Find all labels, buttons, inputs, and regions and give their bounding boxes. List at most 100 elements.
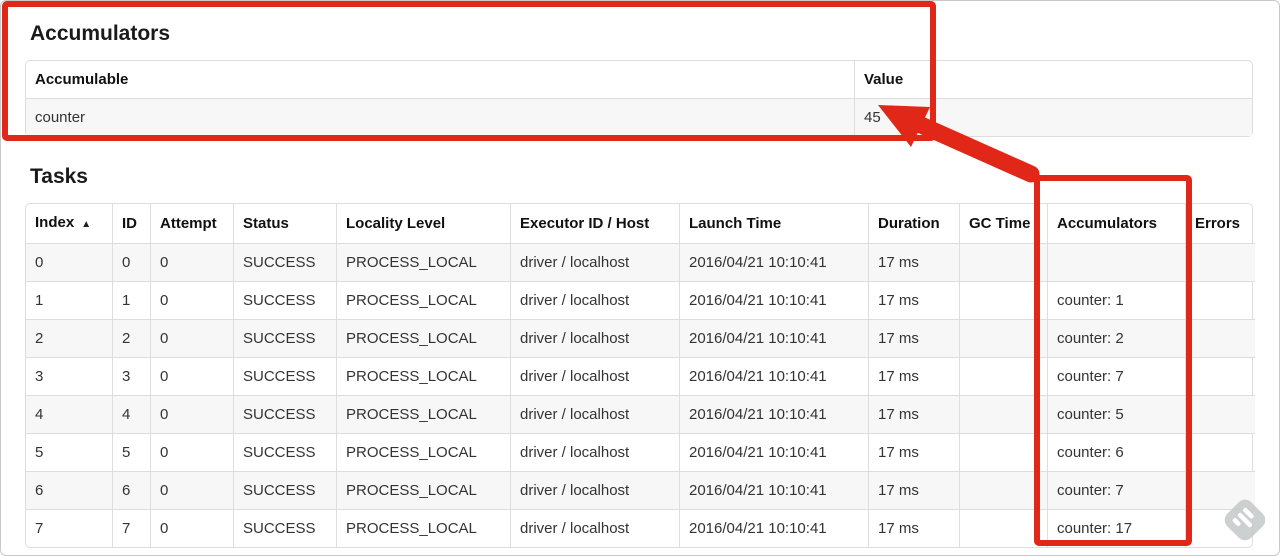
cell-errors [1185, 395, 1255, 433]
cell-locality: PROCESS_LOCAL [336, 357, 510, 395]
table-header-row: Accumulable Value [26, 61, 1252, 98]
col-header-locality-level[interactable]: Locality Level [336, 204, 510, 243]
cell-id: 3 [112, 357, 150, 395]
accumulator-row: counter 45 [26, 98, 1252, 136]
cell-status: SUCCESS [233, 357, 336, 395]
col-header-executor-id-host[interactable]: Executor ID / Host [510, 204, 679, 243]
col-header-status[interactable]: Status [233, 204, 336, 243]
cell-status: SUCCESS [233, 509, 336, 547]
cell-locality: PROCESS_LOCAL [336, 509, 510, 547]
cell-index: 3 [26, 357, 112, 395]
cell-duration: 17 ms [868, 281, 959, 319]
cell-duration: 17 ms [868, 471, 959, 509]
cell-errors [1185, 357, 1255, 395]
cell-duration: 17 ms [868, 357, 959, 395]
cell-gc-time [959, 509, 1047, 547]
col-header-launch-time[interactable]: Launch Time [679, 204, 868, 243]
cell-index: 4 [26, 395, 112, 433]
cell-attempt: 0 [150, 471, 233, 509]
cell-duration: 17 ms [868, 243, 959, 281]
accumulators-table: Accumulable Value counter 45 [25, 60, 1253, 137]
cell-errors [1185, 243, 1255, 281]
cell-accumulators: counter: 7 [1047, 357, 1185, 395]
cell-status: SUCCESS [233, 395, 336, 433]
col-header-id[interactable]: ID [112, 204, 150, 243]
cell-errors [1185, 433, 1255, 471]
cell-id: 1 [112, 281, 150, 319]
task-row: 5 5 0 SUCCESS PROCESS_LOCAL driver / loc… [26, 433, 1255, 471]
cell-status: SUCCESS [233, 243, 336, 281]
cell-errors [1185, 319, 1255, 357]
col-header-accumulable[interactable]: Accumulable [26, 61, 854, 98]
task-row: 6 6 0 SUCCESS PROCESS_LOCAL driver / loc… [26, 471, 1255, 509]
cell-attempt: 0 [150, 243, 233, 281]
cell-status: SUCCESS [233, 471, 336, 509]
cell-id: 0 [112, 243, 150, 281]
col-header-gc-time[interactable]: GC Time [959, 204, 1047, 243]
cell-gc-time [959, 243, 1047, 281]
cell-attempt: 0 [150, 319, 233, 357]
cell-executor: driver / localhost [510, 281, 679, 319]
cell-index: 1 [26, 281, 112, 319]
cell-gc-time [959, 395, 1047, 433]
cell-executor: driver / localhost [510, 433, 679, 471]
cell-launch-time: 2016/04/21 10:10:41 [679, 319, 868, 357]
task-row: 2 2 0 SUCCESS PROCESS_LOCAL driver / loc… [26, 319, 1255, 357]
cell-accumulable: counter [26, 98, 854, 136]
cell-attempt: 0 [150, 509, 233, 547]
cell-attempt: 0 [150, 395, 233, 433]
cell-launch-time: 2016/04/21 10:10:41 [679, 243, 868, 281]
cell-id: 2 [112, 319, 150, 357]
cell-duration: 17 ms [868, 433, 959, 471]
cell-gc-time [959, 319, 1047, 357]
cell-locality: PROCESS_LOCAL [336, 243, 510, 281]
cell-index: 6 [26, 471, 112, 509]
cell-status: SUCCESS [233, 319, 336, 357]
cell-accumulators: counter: 5 [1047, 395, 1185, 433]
cell-errors [1185, 471, 1255, 509]
cell-index: 7 [26, 509, 112, 547]
cell-gc-time [959, 357, 1047, 395]
accumulators-heading: Accumulators [30, 22, 171, 45]
cell-status: SUCCESS [233, 281, 336, 319]
cell-status: SUCCESS [233, 433, 336, 471]
sort-asc-icon: ▲ [81, 219, 92, 230]
cell-duration: 17 ms [868, 395, 959, 433]
cell-accumulators: counter: 2 [1047, 319, 1185, 357]
cell-locality: PROCESS_LOCAL [336, 395, 510, 433]
cell-executor: driver / localhost [510, 509, 679, 547]
task-row: 3 3 0 SUCCESS PROCESS_LOCAL driver / loc… [26, 357, 1255, 395]
table-header-row: Index ▲ ID Attempt Status Locality Level … [26, 204, 1255, 243]
cell-accumulators: counter: 7 [1047, 471, 1185, 509]
cell-launch-time: 2016/04/21 10:10:41 [679, 395, 868, 433]
cell-attempt: 0 [150, 357, 233, 395]
col-header-index[interactable]: Index ▲ [26, 204, 112, 243]
cell-launch-time: 2016/04/21 10:10:41 [679, 471, 868, 509]
cell-errors [1185, 281, 1255, 319]
col-header-duration[interactable]: Duration [868, 204, 959, 243]
tasks-heading: Tasks [30, 165, 88, 188]
cell-accumulators [1047, 243, 1185, 281]
tasks-table: Index ▲ ID Attempt Status Locality Level … [25, 203, 1255, 548]
cell-executor: driver / localhost [510, 243, 679, 281]
cell-locality: PROCESS_LOCAL [336, 433, 510, 471]
cell-attempt: 0 [150, 281, 233, 319]
task-row: 7 7 0 SUCCESS PROCESS_LOCAL driver / loc… [26, 509, 1255, 547]
cell-id: 7 [112, 509, 150, 547]
cell-duration: 17 ms [868, 509, 959, 547]
cell-locality: PROCESS_LOCAL [336, 471, 510, 509]
cell-attempt: 0 [150, 433, 233, 471]
col-header-value[interactable]: Value [854, 61, 1252, 98]
cell-executor: driver / localhost [510, 395, 679, 433]
cell-executor: driver / localhost [510, 319, 679, 357]
col-header-accumulators[interactable]: Accumulators [1047, 204, 1185, 243]
cell-index: 0 [26, 243, 112, 281]
col-header-attempt[interactable]: Attempt [150, 204, 233, 243]
cell-index: 2 [26, 319, 112, 357]
col-header-errors[interactable]: Errors [1185, 204, 1255, 243]
cell-gc-time [959, 433, 1047, 471]
task-row: 4 4 0 SUCCESS PROCESS_LOCAL driver / loc… [26, 395, 1255, 433]
cell-accumulators: counter: 1 [1047, 281, 1185, 319]
cell-launch-time: 2016/04/21 10:10:41 [679, 281, 868, 319]
cell-duration: 17 ms [868, 319, 959, 357]
